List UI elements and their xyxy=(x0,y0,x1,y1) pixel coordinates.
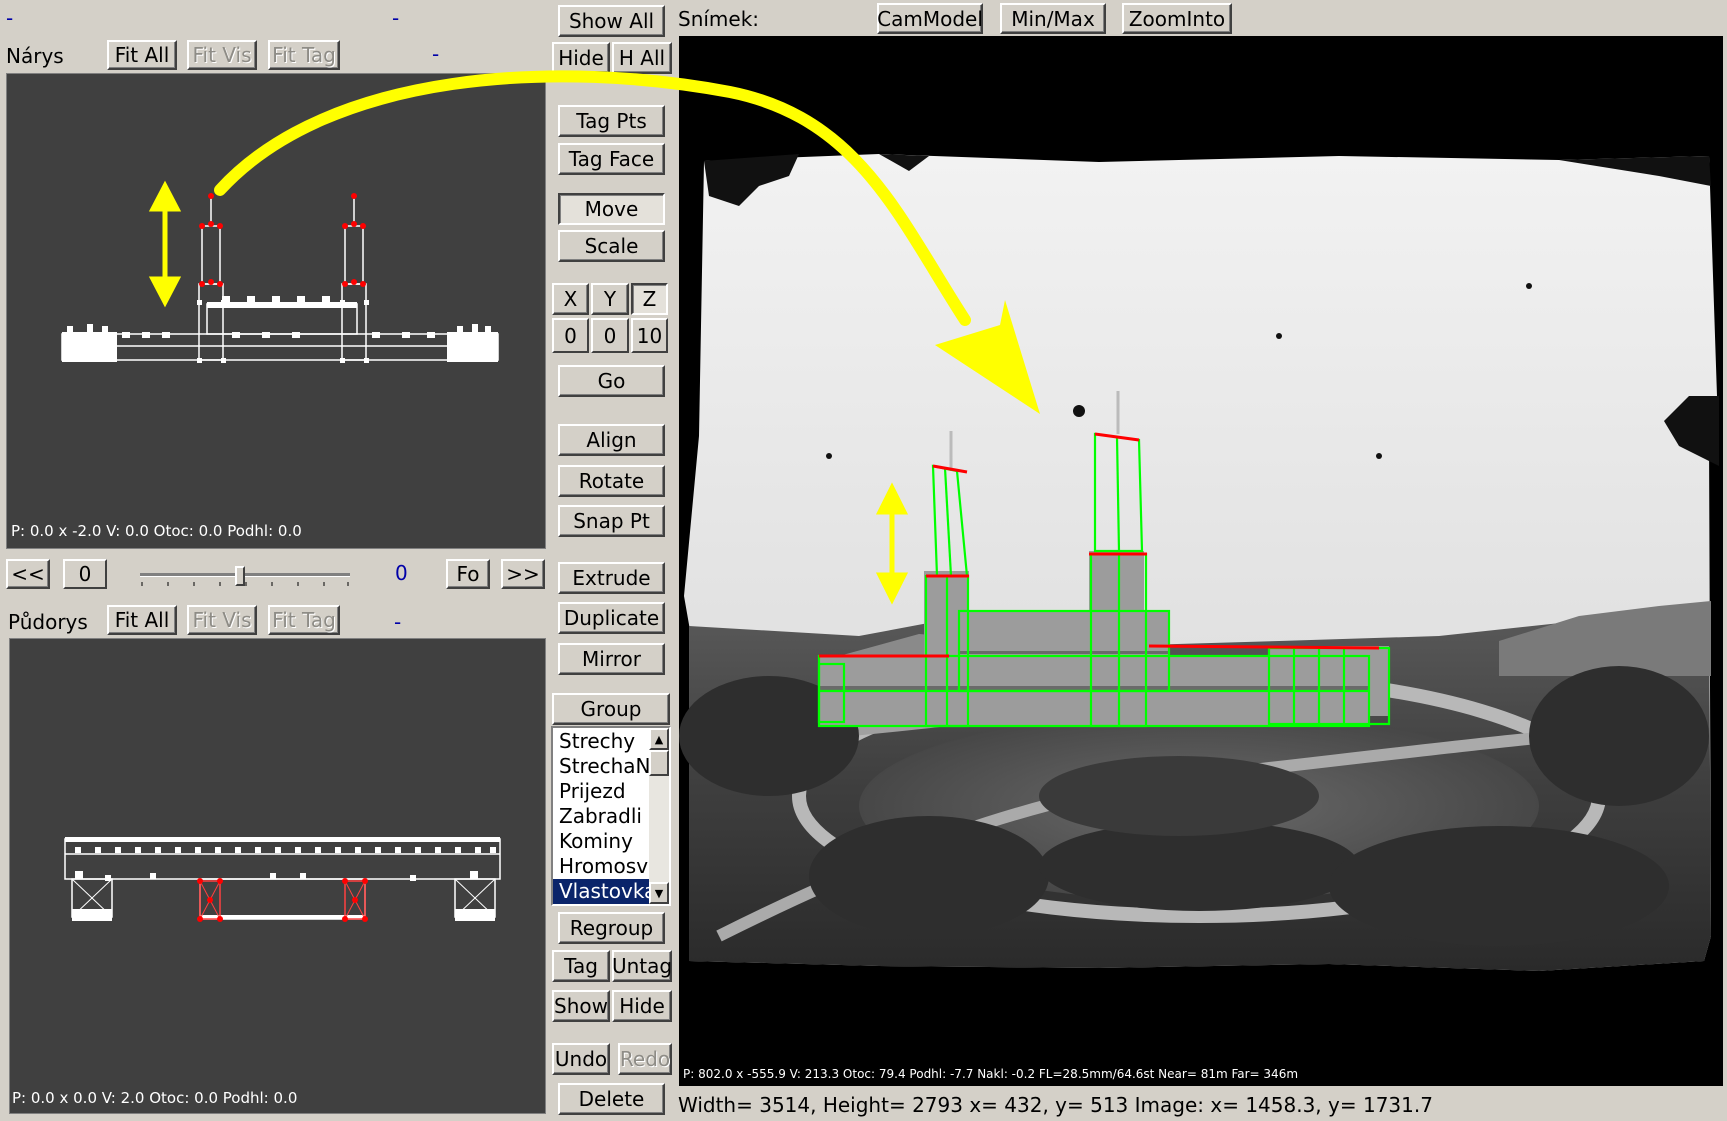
untag-button[interactable]: Untag xyxy=(612,950,672,982)
top-dash-left: - xyxy=(6,6,14,30)
min-max-button[interactable]: Min/Max xyxy=(1000,3,1106,34)
scroll-thumb[interactable] xyxy=(649,750,669,776)
slider-thumb[interactable] xyxy=(235,566,245,586)
tag-points-button[interactable]: Tag Pts xyxy=(558,105,665,137)
prev-frame-button[interactable]: << xyxy=(6,559,50,589)
narys-fit-tag-button[interactable]: Fit Tag xyxy=(268,40,340,70)
focus-button[interactable]: Fo xyxy=(446,559,490,589)
group-list-item[interactable]: Hromosvo xyxy=(553,854,649,879)
front-view-status: P: 0.0 x -2.0 V: 0.0 Otoc: 0.0 Podhl: 0.… xyxy=(11,522,302,540)
undo-button[interactable]: Undo xyxy=(552,1043,610,1075)
axis-z-button[interactable]: Z xyxy=(631,283,668,315)
tag-face-button[interactable]: Tag Face xyxy=(558,143,665,175)
group-list-item[interactable]: Prijezd xyxy=(553,779,649,804)
narys-fit-vis-button[interactable]: Fit Vis xyxy=(187,40,257,70)
narys-dash: - xyxy=(432,42,440,66)
value-y-field[interactable]: 0 xyxy=(591,318,629,353)
regroup-button[interactable]: Regroup xyxy=(558,912,665,944)
cam-model-button[interactable]: CamModel xyxy=(877,3,983,34)
narys-title: Nárys xyxy=(6,44,64,68)
group-list-scrollbar[interactable]: ▲ ▼ xyxy=(649,728,669,904)
axis-y-button[interactable]: Y xyxy=(591,283,629,315)
top-view-wireframe xyxy=(64,837,501,922)
duplicate-button[interactable]: Duplicate xyxy=(558,602,665,634)
top-view-canvas[interactable]: P: 0.0 x 0.0 V: 2.0 Otoc: 0.0 Podhl: 0.0 xyxy=(9,638,546,1114)
zoom-into-button[interactable]: ZoomInto xyxy=(1122,3,1232,34)
scroll-up-icon[interactable]: ▲ xyxy=(649,728,669,750)
move-button[interactable]: Move xyxy=(558,193,665,225)
hide-button[interactable]: Hide xyxy=(552,42,610,74)
top-dash-mid: - xyxy=(392,6,400,30)
photo-canvas xyxy=(679,154,1719,971)
align-button[interactable]: Align xyxy=(558,424,665,456)
narys-fit-all-button[interactable]: Fit All xyxy=(107,40,177,70)
next-frame-button[interactable]: >> xyxy=(501,559,545,589)
rotate-button[interactable]: Rotate xyxy=(558,465,665,497)
value-x-field[interactable]: 0 xyxy=(552,318,589,353)
hide-all-button[interactable]: H All xyxy=(612,42,672,74)
pudorys-fit-all-button[interactable]: Fit All xyxy=(107,605,177,635)
frame-value: 0 xyxy=(395,561,408,585)
group-list-item[interactable]: StrechaNa xyxy=(553,754,649,779)
scale-button[interactable]: Scale xyxy=(558,230,665,262)
group-list-item[interactable]: Vlastovka xyxy=(553,879,649,904)
slider-ticks xyxy=(141,582,349,586)
photo-status: P: 802.0 x -555.9 V: 213.3 Otoc: 79.4 Po… xyxy=(683,1067,1299,1081)
pudorys-fit-vis-button[interactable]: Fit Vis xyxy=(187,605,257,635)
snimek-label: Snímek: xyxy=(678,7,760,31)
pudorys-dash: - xyxy=(394,610,402,634)
top-view-status: P: 0.0 x 0.0 V: 2.0 Otoc: 0.0 Podhl: 0.0 xyxy=(12,1089,298,1107)
delete-button[interactable]: Delete xyxy=(558,1083,665,1115)
pudorys-title: Půdorys xyxy=(8,610,88,634)
group-list-item[interactable]: Strechy xyxy=(553,729,649,754)
front-view-canvas[interactable]: P: 0.0 x -2.0 V: 0.0 Otoc: 0.0 Podhl: 0.… xyxy=(6,73,546,549)
extrude-button[interactable]: Extrude xyxy=(558,562,665,594)
go-button[interactable]: Go xyxy=(558,365,665,397)
show-all-button[interactable]: Show All xyxy=(558,5,665,37)
group-list[interactable]: StrechyStrechaNaPrijezdZabradliKominyHro… xyxy=(551,726,671,906)
scroll-down-icon[interactable]: ▼ xyxy=(649,882,669,904)
show-button[interactable]: Show xyxy=(552,990,610,1022)
group-button[interactable]: Group xyxy=(552,693,670,725)
frame-slider[interactable] xyxy=(140,566,350,586)
tag-button[interactable]: Tag xyxy=(552,950,610,982)
snap-point-button[interactable]: Snap Pt xyxy=(558,505,665,537)
mirror-button[interactable]: Mirror xyxy=(558,643,665,675)
pudorys-fit-tag-button[interactable]: Fit Tag xyxy=(268,605,340,635)
group-items: StrechyStrechaNaPrijezdZabradliKominyHro… xyxy=(553,729,649,904)
redo-button[interactable]: Redo xyxy=(618,1043,672,1075)
photo-viewport[interactable]: P: 802.0 x -555.9 V: 213.3 Otoc: 79.4 Po… xyxy=(679,36,1723,1086)
value-z-field[interactable]: 10 xyxy=(631,318,668,353)
front-view-wireframe xyxy=(61,180,499,363)
hide-selected-button[interactable]: Hide xyxy=(612,990,672,1022)
image-info: Width= 3514, Height= 2793 x= 432, y= 513… xyxy=(678,1093,1433,1117)
axis-x-button[interactable]: X xyxy=(552,283,589,315)
group-list-item[interactable]: Zabradli xyxy=(553,804,649,829)
frame-field[interactable]: 0 xyxy=(63,559,107,589)
group-list-item[interactable]: Kominy xyxy=(553,829,649,854)
